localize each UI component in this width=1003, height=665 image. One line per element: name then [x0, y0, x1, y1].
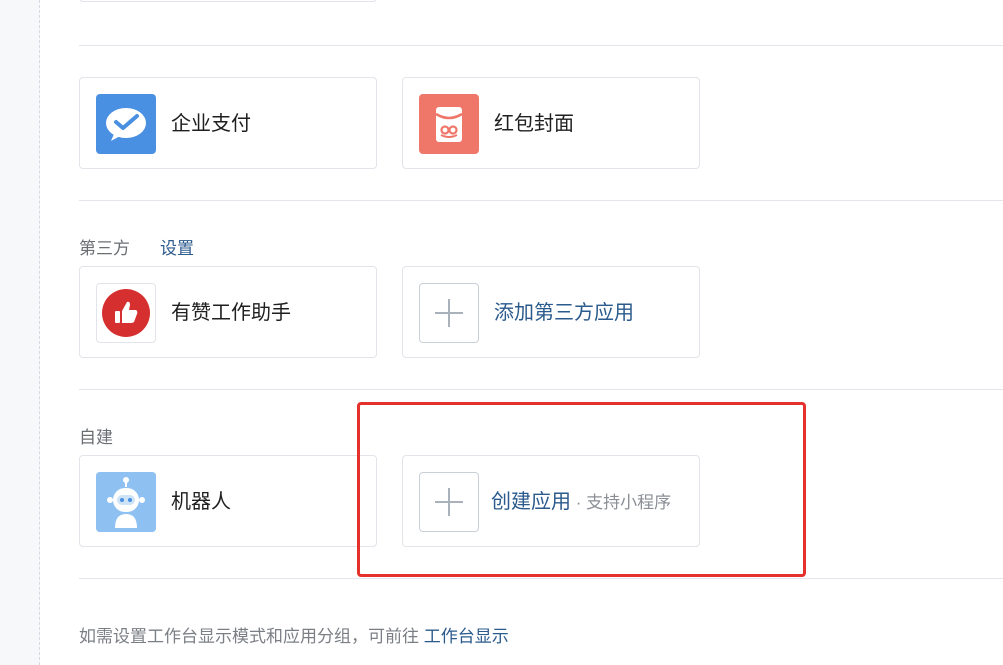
- footer-note: 如需设置工作台显示模式和应用分组，可前往 工作台显示: [79, 622, 509, 647]
- app-card-robot[interactable]: 机器人: [79, 455, 377, 547]
- plus-icon: [419, 472, 479, 532]
- third-party-settings-link[interactable]: 设置: [160, 234, 194, 259]
- app-card-label: 添加第三方应用: [494, 302, 634, 324]
- section-divider: [79, 200, 1003, 201]
- section-divider: [79, 45, 1003, 46]
- wechat-pay-icon: [96, 94, 156, 154]
- previous-app-card[interactable]: [79, 0, 377, 2]
- thumbs-up-icon: [96, 283, 156, 343]
- app-card-label: 企业支付: [171, 113, 251, 135]
- app-card-red-packet-cover[interactable]: 红包封面: [402, 77, 700, 169]
- footer-text: 如需设置工作台显示模式和应用分组，可前往: [79, 627, 424, 646]
- section-divider: [79, 389, 1003, 390]
- mini-program-support-note: · 支持小程序: [571, 493, 672, 512]
- app-card-label: 机器人: [171, 491, 231, 513]
- workspace-display-link[interactable]: 工作台显示: [424, 627, 509, 646]
- section-title-self-built: 自建: [79, 428, 113, 447]
- create-app-card[interactable]: 创建应用 · 支持小程序: [402, 455, 700, 547]
- section-title-third-party: 第三方: [79, 239, 130, 258]
- red-packet-icon: [419, 94, 479, 154]
- workspace-apps-page: 企业支付 红包封面 第三方 设置 有赞工作助手 添加第三方应用 自建 机器人 创…: [0, 0, 1003, 665]
- app-card-label: 有赞工作助手: [171, 302, 291, 324]
- create-app-label: 创建应用 · 支持小程序: [491, 456, 671, 548]
- create-app-text: 创建应用: [491, 491, 571, 513]
- app-card-youzan-assistant[interactable]: 有赞工作助手: [79, 266, 377, 358]
- add-third-party-app-card[interactable]: 添加第三方应用: [402, 266, 700, 358]
- plus-icon: [419, 283, 479, 343]
- app-card-enterprise-pay[interactable]: 企业支付: [79, 77, 377, 169]
- section-divider: [79, 578, 1003, 579]
- left-sidebar-edge: [0, 0, 40, 665]
- app-card-label: 红包封面: [494, 113, 574, 135]
- robot-icon: [96, 472, 156, 532]
